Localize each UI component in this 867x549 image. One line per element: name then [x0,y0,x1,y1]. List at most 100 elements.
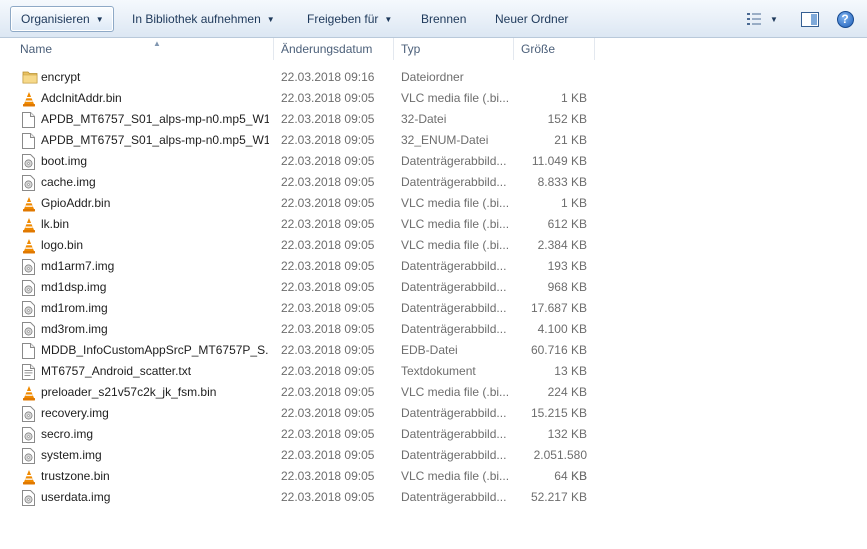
file-row[interactable]: trustzone.bin 22.03.2018 09:05 VLC media f… [0,466,867,487]
file-date: 22.03.2018 09:16 [281,70,375,84]
file-row[interactable]: AdcInitAddr.bin 22.03.2018 09:05 VLC media… [0,88,867,109]
vlc-icon [22,469,36,485]
file-size: 2.384 KB [537,238,587,252]
command-bar: Organisieren ▼ In Bibliothek aufnehmen ▼… [0,0,867,38]
file-date: 22.03.2018 09:05 [281,343,375,357]
file-size: 612 KB [547,217,587,231]
file-row[interactable]: logo.bin 22.03.2018 09:05 VLC media file (… [0,235,867,256]
organize-button[interactable]: Organisieren ▼ [10,6,114,32]
vlc-icon [22,217,36,233]
file-name: system.img [41,448,102,462]
file-size: 968 KB [547,280,587,294]
share-with-label: Freigeben für [307,12,379,26]
file-size: 193 KB [547,259,587,273]
file-name: md3rom.img [41,322,108,336]
file-name: md1dsp.img [41,280,107,294]
share-with-button[interactable]: Freigeben für ▼ [296,6,403,32]
column-header-row: Name ▲ Änderungsdatum Typ Größe [0,38,867,60]
disc-image-icon [22,280,36,296]
column-header-name-label: Name [20,42,53,56]
disc-image-icon [22,490,36,506]
file-row[interactable]: system.img 22.03.2018 09:05 Datenträgerabb… [0,445,867,483]
preview-pane-button[interactable] [797,7,823,31]
file-row[interactable]: md3rom.img 22.03.2018 09:05 Datenträgerabb… [0,319,867,340]
file-date: 22.03.2018 09:05 [281,196,375,210]
file-size: 8.833 KB [537,175,587,189]
change-view-button[interactable]: ▼ [740,7,784,31]
file-type: Datenträgerabbild... [401,175,507,189]
file-type: Datenträgerabbild... [401,490,507,504]
add-to-library-label: In Bibliothek aufnehmen [132,12,261,26]
help-button[interactable]: ? [832,7,858,31]
file-date: 22.03.2018 09:05 [281,259,375,273]
disc-image-icon [22,406,36,422]
file-type: Datenträgerabbild... [401,406,507,420]
file-size: 64 KB [554,469,587,483]
file-row[interactable]: md1arm7.img 22.03.2018 09:05 Datenträgerab… [0,256,867,277]
add-to-library-button[interactable]: In Bibliothek aufnehmen ▼ [121,6,286,32]
file-row[interactable]: preloader_s21v57c2k_jk_fsm.bin 22.03.2018… [0,382,867,403]
file-row[interactable]: recovery.img 22.03.2018 09:05 Datenträgera… [0,403,867,424]
file-row[interactable]: userdata.img 22.03.2018 09:05 Datenträgera… [0,487,867,508]
file-name: md1rom.img [41,301,108,315]
column-header-type[interactable]: Typ [395,38,514,60]
chevron-down-icon: ▼ [266,14,275,24]
file-date: 22.03.2018 09:05 [281,175,375,189]
file-type: VLC media file (.bi... [401,91,509,105]
file-size: 17.687 KB [530,301,587,315]
file-name: MT6757_Android_scatter.txt [41,364,192,378]
file-type: Datenträgerabbild... [401,301,507,315]
file-date: 22.03.2018 09:05 [281,448,375,462]
file-row[interactable]: encrypt 22.03.2018 09:16 Dateiordner [0,67,867,88]
file-date: 22.03.2018 09:05 [281,154,375,168]
column-header-name[interactable]: Name ▲ [14,38,274,60]
column-header-date[interactable]: Änderungsdatum [275,38,394,60]
vlc-icon [22,238,36,254]
file-name: AdcInitAddr.bin [41,91,122,105]
file-row[interactable]: cache.img 22.03.2018 09:05 Datenträgerabbi… [0,172,867,193]
file-row[interactable]: lk.bin 22.03.2018 09:05 VLC media file (.b… [0,214,867,235]
chevron-down-icon: ▼ [384,14,393,24]
file-name: logo.bin [41,238,84,252]
file-type: VLC media file (.bi... [401,196,509,210]
file-row[interactable]: md1rom.img 22.03.2018 09:05 Datenträgerabb… [0,298,867,319]
file-name: secro.img [41,427,94,441]
file-row[interactable]: boot.img 22.03.2018 09:05 Datenträgerabbil… [0,151,867,172]
file-row[interactable]: GpioAddr.bin 22.03.2018 09:05 VLC media fi… [0,193,867,214]
disc-image-icon [22,448,36,464]
file-size: 152 KB [547,112,587,126]
file-size: 21 KB [554,133,587,147]
burn-button[interactable]: Brennen [410,6,477,32]
file-row[interactable]: APDB_MT6757_S01_alps-mp-n0.mp5_W1... 22.0… [0,130,867,151]
vlc-icon [22,385,36,401]
folder-icon [22,70,38,86]
file-date: 22.03.2018 09:05 [281,385,375,399]
file-name: cache.img [41,175,96,189]
file-row[interactable]: MT6757_Android_scatter.txt 22.03.2018 09:… [0,361,867,382]
file-date: 22.03.2018 09:05 [281,238,375,252]
file-size: 132 KB [547,427,587,441]
file-size: 60.716 KB [530,343,587,357]
new-folder-button[interactable]: Neuer Ordner [484,6,579,32]
file-row[interactable]: APDB_MT6757_S01_alps-mp-n0.mp5_W1... 22.0… [0,109,867,130]
file-type: Datenträgerabbild... [401,280,507,294]
file-row[interactable]: secro.img 22.03.2018 09:05 Datenträgerabbi… [0,424,867,445]
file-type: 32_ENUM-Datei [401,133,489,147]
file-date: 22.03.2018 09:05 [281,322,375,336]
vlc-icon [22,196,36,212]
column-header-size[interactable]: Größe [515,38,595,60]
organize-label: Organisieren [21,12,90,26]
file-row[interactable]: md1dsp.img 22.03.2018 09:05 Datenträgerabb… [0,277,867,298]
file-row[interactable]: MDDB_InfoCustomAppSrcP_MT6757P_S... 22.03… [0,340,867,361]
file-list: encrypt 22.03.2018 09:16 Dateiordner AdcIni… [0,67,867,508]
file-name: GpioAddr.bin [41,196,111,210]
file-name: userdata.img [41,490,111,504]
file-type: Datenträgerabbild... [401,259,507,273]
file-date: 22.03.2018 09:05 [281,427,375,441]
file-type: Textdokument [401,364,476,378]
file-size: 1 KB [560,196,587,210]
file-size: 4.100 KB [537,322,587,336]
column-header-date-label: Änderungsdatum [281,42,373,56]
file-type: Datenträgerabbild... [401,322,507,336]
file-name: preloader_s21v57c2k_jk_fsm.bin [41,385,217,399]
